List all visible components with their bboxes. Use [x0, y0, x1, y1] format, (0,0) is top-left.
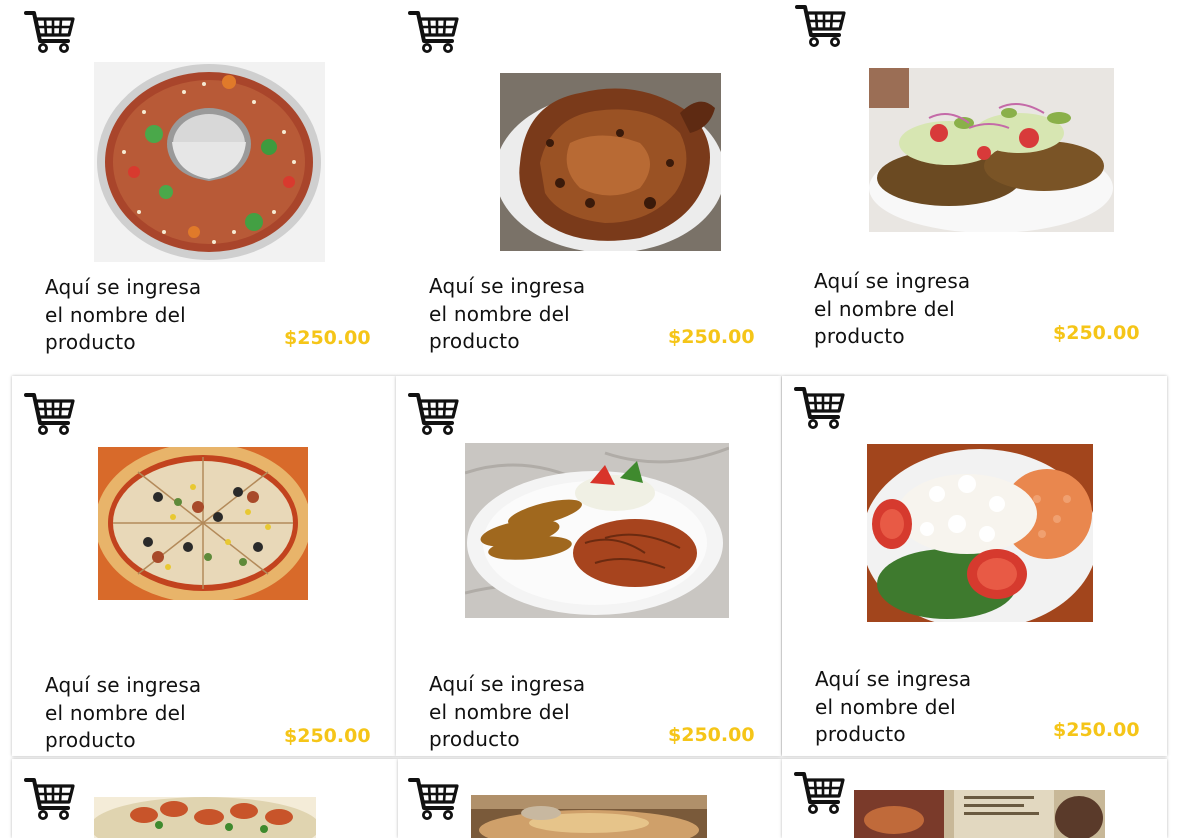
product-name: Aquí se ingresa el nombre del producto: [429, 671, 649, 754]
product-card[interactable]: Aquí se ingresa el nombre del producto $…: [782, 376, 1167, 756]
product-name-line: el nombre del: [814, 296, 955, 321]
product-name-line: el nombre del: [429, 699, 570, 724]
product-image-tacos: [471, 795, 707, 838]
product-name-line: producto: [815, 722, 906, 746]
product-name-line: Aquí se ingresa: [45, 275, 202, 299]
product-name-line: Aquí se ingresa: [429, 672, 586, 696]
product-image-taqueria: [854, 790, 1105, 838]
add-to-cart-icon[interactable]: [24, 390, 76, 436]
product-card[interactable]: Aquí se ingresa el nombre del producto $…: [12, 376, 396, 756]
product-card[interactable]: [782, 759, 1167, 838]
product-name-line: Aquí se ingresa: [814, 269, 971, 293]
product-name: Aquí se ingresa el nombre del producto: [814, 268, 1034, 351]
product-image-camarones: [94, 797, 316, 838]
product-price: $250.00: [1053, 719, 1140, 741]
product-image-tostadas: [869, 68, 1114, 232]
product-name-line: producto: [45, 728, 136, 752]
product-name-line: producto: [429, 727, 520, 751]
product-image-pizza: [98, 447, 308, 600]
product-name-line: el nombre del: [815, 694, 956, 719]
product-name: Aquí se ingresa el nombre del producto: [45, 274, 265, 357]
product-name-line: producto: [45, 330, 136, 354]
product-card[interactable]: Aquí se ingresa el nombre del producto $…: [396, 0, 780, 372]
product-card[interactable]: Aquí se ingresa el nombre del producto $…: [781, 0, 1167, 372]
product-name-line: el nombre del: [45, 700, 186, 725]
product-price: $250.00: [668, 724, 755, 746]
product-price: $250.00: [1053, 322, 1140, 344]
add-to-cart-icon[interactable]: [408, 8, 460, 54]
product-name-line: el nombre del: [45, 302, 186, 327]
product-name: Aquí se ingresa el nombre del producto: [429, 273, 649, 356]
add-to-cart-icon[interactable]: [795, 2, 847, 48]
product-name-line: Aquí se ingresa: [815, 667, 972, 691]
add-to-cart-icon[interactable]: [408, 390, 460, 436]
product-price: $250.00: [284, 725, 371, 747]
product-card[interactable]: [12, 759, 398, 838]
add-to-cart-icon[interactable]: [24, 775, 76, 821]
product-name-line: Aquí se ingresa: [45, 673, 202, 697]
product-image-pollo: [500, 73, 721, 251]
add-to-cart-icon[interactable]: [794, 769, 846, 815]
product-name-line: producto: [814, 324, 905, 348]
product-card[interactable]: [398, 759, 782, 838]
product-image-rosca: [94, 62, 325, 262]
product-card[interactable]: Aquí se ingresa el nombre del producto $…: [12, 0, 396, 372]
add-to-cart-icon[interactable]: [794, 384, 846, 430]
product-image-enchiladas: [867, 444, 1093, 622]
product-name: Aquí se ingresa el nombre del producto: [815, 666, 1035, 749]
product-price: $250.00: [668, 326, 755, 348]
product-card[interactable]: Aquí se ingresa el nombre del producto $…: [396, 376, 781, 756]
add-to-cart-icon[interactable]: [24, 8, 76, 54]
product-image-pabellon: [465, 443, 729, 618]
add-to-cart-icon[interactable]: [408, 775, 460, 821]
product-name-line: el nombre del: [429, 301, 570, 326]
product-name-line: producto: [429, 329, 520, 353]
product-name: Aquí se ingresa el nombre del producto: [45, 672, 265, 755]
product-name-line: Aquí se ingresa: [429, 274, 586, 298]
product-price: $250.00: [284, 327, 371, 349]
